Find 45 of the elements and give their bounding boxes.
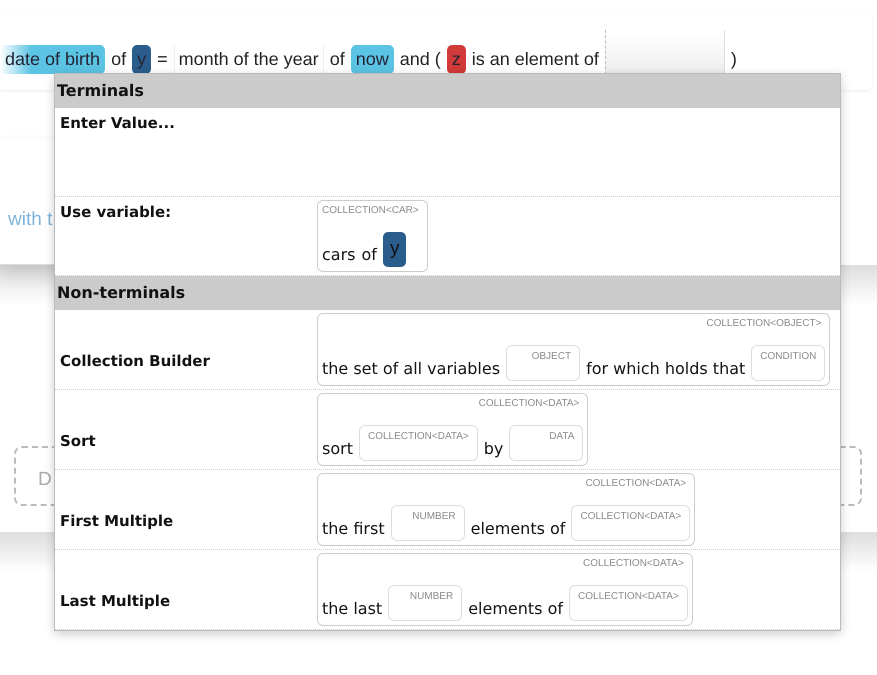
type-label: COLLECTION<DATA> — [478, 396, 580, 410]
enter-value-option[interactable]: Enter Value... — [55, 108, 317, 196]
expression-text: is an element of — [472, 48, 599, 70]
template-text: of — [362, 244, 377, 266]
type-label: COLLECTION<CAR> — [322, 204, 420, 218]
template-text: by — [484, 438, 504, 460]
template-text: the last — [322, 598, 382, 620]
template-slot[interactable]: COLLECTION<DATA> — [571, 504, 690, 540]
template-text: the first — [322, 518, 385, 540]
template-slot[interactable]: COLLECTION<DATA> — [569, 584, 688, 620]
expression-text: and ( — [400, 48, 441, 71]
template-text: cars — [322, 244, 356, 266]
template-block[interactable]: COLLECTION<DATA> the first NUMBER elements of COLLECTION<DATA> — [317, 472, 696, 546]
template-text: the set of all variables — [322, 358, 500, 380]
expression-text: of — [111, 48, 126, 70]
option-label[interactable]: Last Multiple — [55, 562, 317, 616]
expression-text: = — [157, 48, 168, 70]
template-block[interactable]: COLLECTION<OBJECT> the set of all variables OBJECT for which holds that CONDITION — [317, 312, 830, 386]
template-text: elements of — [470, 518, 566, 540]
template-slot[interactable]: NUMBER — [388, 584, 462, 620]
template-block[interactable]: COLLECTION<DATA> sort COLLECTION<DATA> by DATA — [317, 392, 588, 466]
template-slot[interactable]: COLLECTION<DATA> — [358, 424, 478, 460]
expression-chip[interactable]: date of birth — [0, 44, 106, 74]
option-label[interactable]: First Multiple — [55, 482, 317, 536]
template-text: for which holds that — [586, 358, 746, 380]
template-text: elements of — [468, 598, 564, 620]
template-slot[interactable]: CONDITION — [751, 344, 826, 380]
expression-text: of — [330, 48, 345, 70]
template-slot[interactable]: DATA — [509, 424, 584, 460]
type-label: COLLECTION<DATA> — [584, 476, 688, 490]
field-text: D — [38, 468, 52, 492]
template-text: sort — [322, 438, 353, 460]
option-label[interactable]: Sort — [55, 402, 317, 456]
expression-text: ) — [730, 48, 737, 71]
template-slot[interactable]: OBJECT — [506, 344, 580, 380]
section-header: Non-terminals — [55, 276, 840, 310]
template-slot[interactable]: NUMBER — [390, 504, 465, 540]
section-header: Terminals — [55, 74, 840, 108]
option-label[interactable]: Use variable: — [55, 197, 317, 274]
template-block[interactable]: COLLECTION<DATA> the last NUMBER elements of COLLECTION<DATA> — [317, 552, 693, 626]
type-label: COLLECTION<DATA> — [582, 556, 685, 570]
option-label[interactable]: Collection Builder — [55, 322, 317, 376]
template-block[interactable]: COLLECTION<CAR> cars of y — [317, 200, 428, 272]
type-label: COLLECTION<OBJECT> — [705, 316, 822, 330]
expression-chip[interactable]: now — [350, 44, 394, 74]
